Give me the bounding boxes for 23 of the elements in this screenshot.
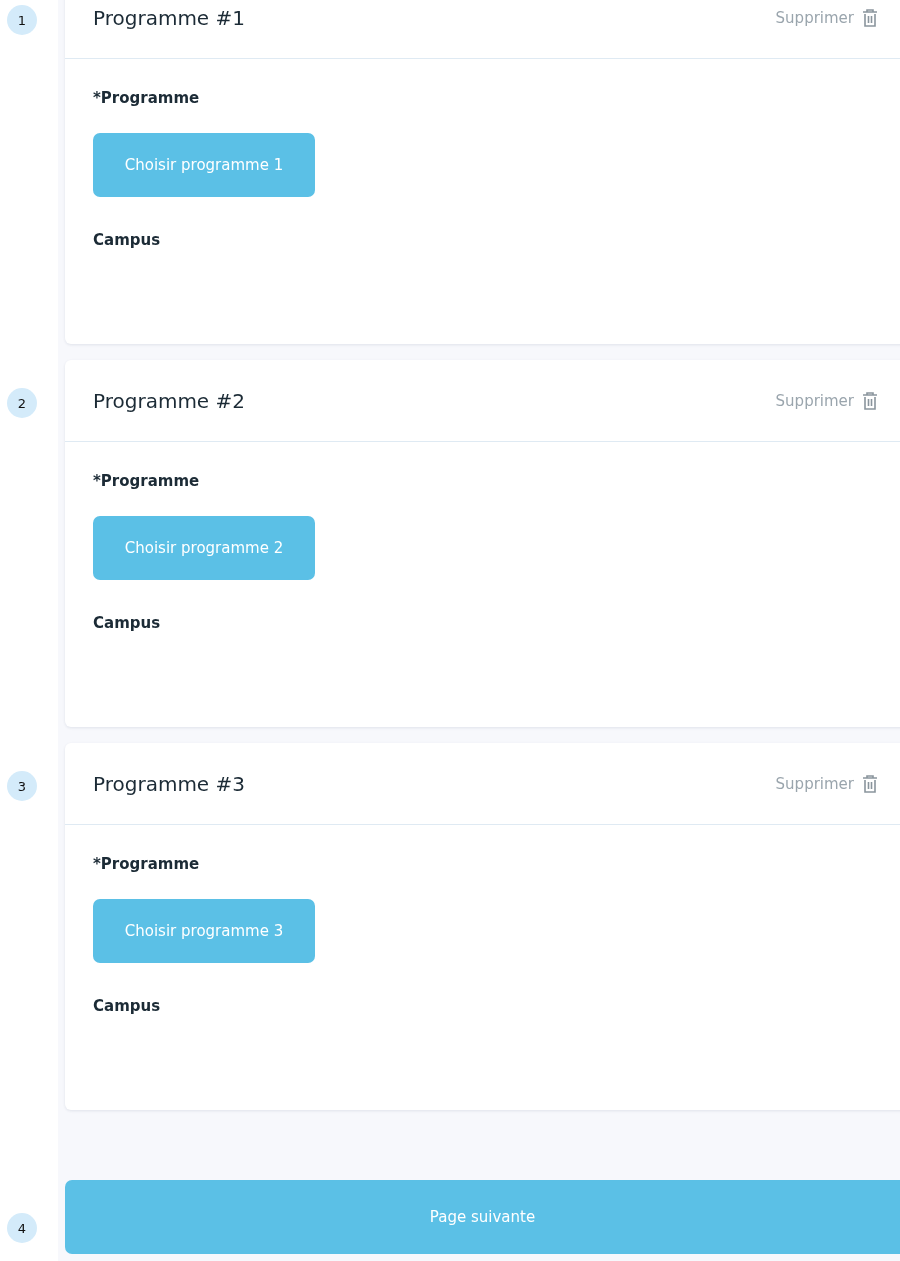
choose-programme-button[interactable]: Choisir programme 1 xyxy=(93,133,315,197)
field-label: *Programme xyxy=(93,855,201,873)
step-marker: 1 xyxy=(7,5,37,35)
field-label: *Programme xyxy=(93,472,201,490)
trash-icon xyxy=(862,8,878,27)
delete-button[interactable]: Supprimer xyxy=(775,774,878,793)
step-marker: 4 xyxy=(7,1213,37,1243)
choose-programme-button[interactable]: Choisir programme 2 xyxy=(93,516,315,580)
step-marker: 2 xyxy=(7,388,37,418)
field-label: Campus xyxy=(93,231,162,249)
trash-icon xyxy=(862,391,878,410)
field-label: Campus xyxy=(93,614,162,632)
delete-button[interactable]: Supprimer xyxy=(775,391,878,410)
field-label: Campus xyxy=(93,997,162,1015)
choose-programme-button[interactable]: Choisir programme 3 xyxy=(93,899,315,963)
next-page-button[interactable]: Page suivante xyxy=(65,1180,900,1254)
field-label: *Programme xyxy=(93,89,201,107)
card-title: Programme #3 xyxy=(93,771,245,796)
step-marker: 3 xyxy=(7,771,37,801)
card-title: Programme #1 xyxy=(93,5,245,30)
trash-icon xyxy=(862,774,878,793)
delete-button[interactable]: Supprimer xyxy=(775,8,878,27)
card-title: Programme #2 xyxy=(93,388,245,413)
